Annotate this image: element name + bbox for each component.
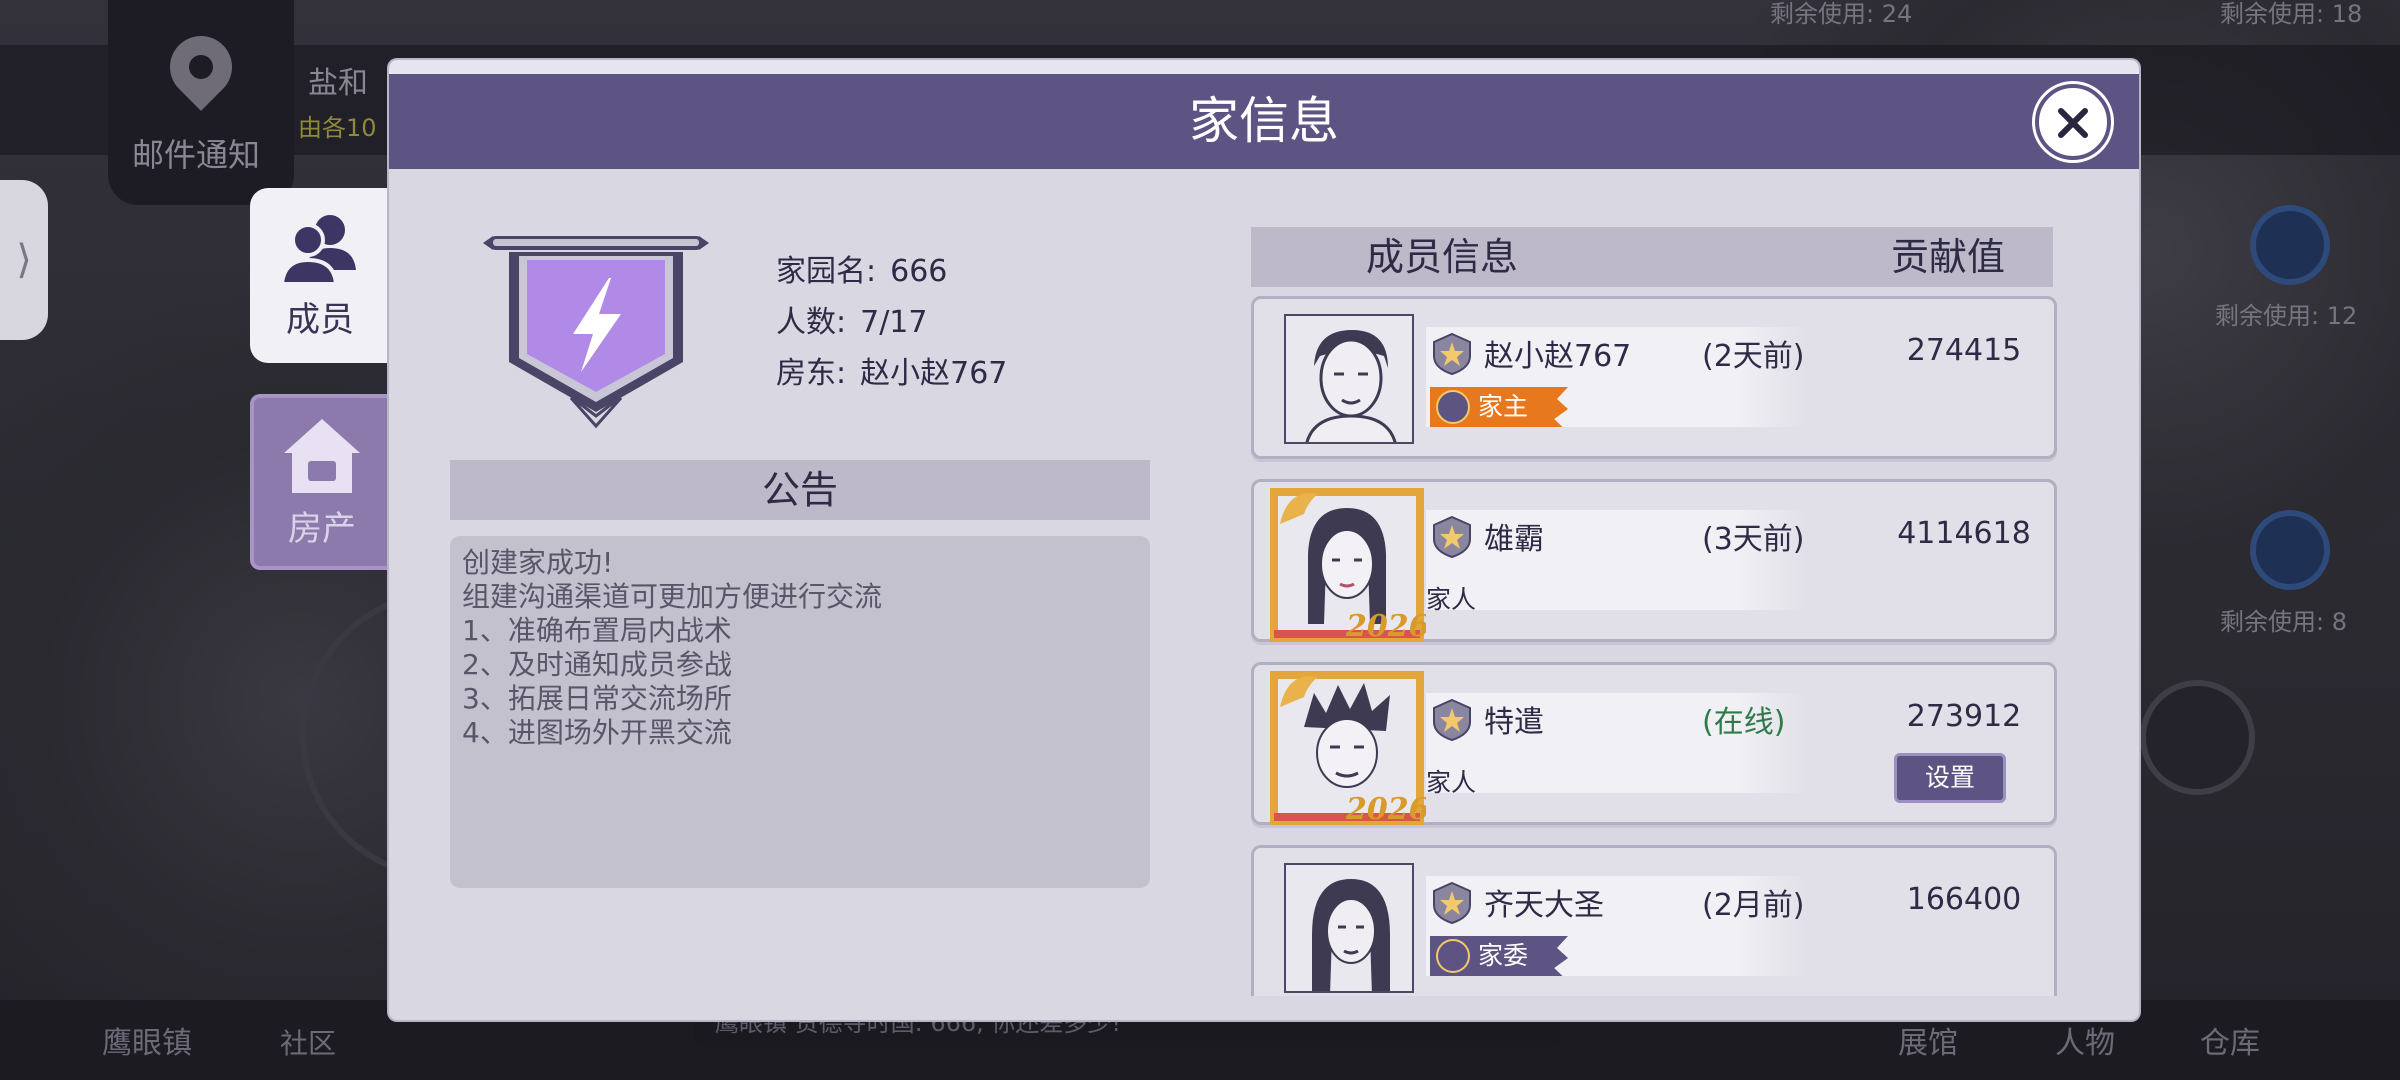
contribution-value: 274415 xyxy=(1906,333,2022,368)
family-name-key: 家园名: xyxy=(776,254,877,289)
role-label: 家人 xyxy=(1426,768,1477,797)
remaining-uses-1: 剩余使用: 24 xyxy=(1770,0,1913,28)
remaining-uses-4: 剩余使用: 8 xyxy=(2220,608,2347,636)
golden-frame-portrait-icon: 2026 xyxy=(1270,671,1426,827)
member-count-value: 7/17 xyxy=(860,305,928,340)
house-icon xyxy=(284,418,360,493)
nav-character[interactable]: 人物 xyxy=(2055,1018,2115,1062)
svg-text:2026: 2026 xyxy=(1345,609,1426,644)
member-name: 雄霸 xyxy=(1484,522,1544,557)
sprint-button[interactable] xyxy=(2140,680,2255,795)
contribution-value: 166400 xyxy=(1906,882,2022,917)
member-row[interactable]: 2026 特遣 (在线) 家人 273912 设置 xyxy=(1251,662,2057,827)
close-button[interactable] xyxy=(2035,84,2111,160)
remaining-uses-3: 剩余使用: 12 xyxy=(2215,302,2358,330)
rank-badge-icon xyxy=(1433,515,1471,559)
tab-property[interactable]: 房产 xyxy=(250,394,390,570)
role-tag: 家主 xyxy=(1430,387,1569,427)
top-left-subtext: 由各10 xyxy=(298,114,377,142)
member-count-line: 人数: 7/17 xyxy=(776,297,927,341)
dialog-title: 家信息 xyxy=(1189,92,1339,150)
member-count-key: 人数: xyxy=(776,305,847,340)
rank-badge-icon xyxy=(1433,698,1471,742)
announcement-line: 3、拓展日常交流场所 xyxy=(462,682,732,715)
set-button[interactable]: 设置 xyxy=(1894,753,2006,803)
owner-value: 赵小赵767 xyxy=(860,356,1008,391)
nav-warehouse[interactable]: 仓库 xyxy=(2200,1018,2260,1062)
mail-notice-label: 邮件通知 xyxy=(132,136,261,174)
role-label: 家主 xyxy=(1478,392,1529,421)
tab-property-label: 房产 xyxy=(288,508,356,549)
contribution-value: 4114618 xyxy=(1897,516,2031,551)
family-name-line: 家园名: 666 xyxy=(776,246,947,290)
family-name-value: 666 xyxy=(890,254,948,289)
announcement-line: 1、准确布置局内战术 xyxy=(462,614,732,647)
star-badge-icon xyxy=(1436,939,1470,973)
announcement-line: 组建沟通渠道可更加方便进行交流 xyxy=(462,580,883,613)
remaining-uses-2: 剩余使用: 18 xyxy=(2220,0,2363,28)
announcement-line: 2、及时通知成员参战 xyxy=(462,648,732,681)
members-icon xyxy=(279,215,356,286)
tab-members[interactable]: 成员 xyxy=(250,188,390,363)
fitness-button[interactable] xyxy=(2250,205,2330,285)
role-label: 家人 xyxy=(1426,585,1477,614)
mail-notice-button[interactable]: 邮件通知 xyxy=(108,0,294,205)
announcement-line: 4、进图场外开黑交流 xyxy=(462,716,732,749)
nav-gallery[interactable]: 展馆 xyxy=(1898,1018,1958,1062)
role-label: 家委 xyxy=(1478,941,1529,970)
member-last-seen: (3天前) xyxy=(1702,522,1805,557)
golden-frame-portrait-icon: 2026 xyxy=(1270,488,1426,644)
owner-line: 房东: 赵小赵767 xyxy=(776,348,1007,392)
family-emblem-icon xyxy=(483,236,709,429)
member-row[interactable]: 齐天大圣 (2月前) 家委 166400 xyxy=(1251,845,2057,996)
member-row[interactable]: 赵小赵767 (2天前) 家主 274415 xyxy=(1251,296,2057,459)
top-left-text: 盐和 xyxy=(308,66,368,101)
member-last-seen: (2天前) xyxy=(1702,339,1805,374)
svg-text:2026: 2026 xyxy=(1345,792,1426,827)
book-button[interactable] xyxy=(2250,510,2330,590)
member-list-header: 成员信息 贡献值 xyxy=(1251,227,2053,287)
member-name: 特遣 xyxy=(1484,705,1544,740)
contribution-header: 贡献值 xyxy=(1891,235,2006,279)
nav-community[interactable]: 社区 xyxy=(280,1022,336,1062)
announcement-line: 创建家成功! xyxy=(462,546,614,579)
male-portrait-icon xyxy=(1305,330,1397,442)
member-row[interactable]: 2026 雄霸 (3天前) 家人 4114618 xyxy=(1251,479,2057,644)
member-last-seen: (2月前) xyxy=(1702,888,1805,923)
member-list[interactable]: 赵小赵767 (2天前) 家主 274415 2026 雄霸 (3天前) 家人 … xyxy=(1251,296,2061,996)
star-badge-icon xyxy=(1436,390,1470,424)
tab-members-label: 成员 xyxy=(286,300,354,340)
role-tag: 家委 xyxy=(1430,936,1569,976)
announcement-title: 公告 xyxy=(450,460,1150,520)
avatar[interactable] xyxy=(1284,314,1414,444)
location-pin-icon xyxy=(157,23,245,111)
announcement-body[interactable]: 创建家成功! 组建沟通渠道可更加方便进行交流 1、准确布置局内战术 2、及时通知… xyxy=(450,536,1150,888)
avatar[interactable] xyxy=(1284,863,1414,993)
nav-town[interactable]: 鹰眼镇 xyxy=(102,1018,192,1062)
member-last-seen: (在线) xyxy=(1702,705,1786,740)
contribution-value: 273912 xyxy=(1906,699,2022,734)
rank-badge-icon xyxy=(1433,881,1471,925)
avatar[interactable]: 2026 xyxy=(1268,667,1426,827)
owner-key: 房东: xyxy=(776,356,847,391)
member-name: 赵小赵767 xyxy=(1484,339,1632,374)
rank-badge-icon xyxy=(1433,332,1471,376)
member-name: 齐天大圣 xyxy=(1484,888,1604,923)
avatar[interactable]: 2026 xyxy=(1268,484,1426,644)
member-info-header: 成员信息 xyxy=(1366,235,1519,279)
family-info-dialog: 家信息 家园名: 666 人数: 7/17 房东: 赵小赵767 公告 创建家成功! … xyxy=(389,60,2139,1020)
female-portrait-icon xyxy=(1312,879,1390,991)
side-drawer-handle[interactable]: ⟩ xyxy=(0,180,48,340)
